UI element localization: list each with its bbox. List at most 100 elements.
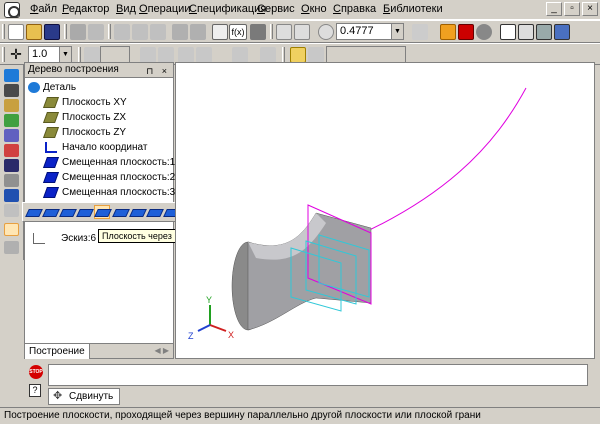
model-canvas[interactable]: Y X Z xyxy=(176,63,594,358)
pan-icon[interactable] xyxy=(440,24,456,40)
plane-icon xyxy=(42,127,60,138)
plane-tool-icon[interactable] xyxy=(60,206,74,218)
new-file-icon[interactable] xyxy=(8,24,24,40)
copy-icon[interactable] xyxy=(132,24,148,40)
menu-file[interactable]: Файл xyxy=(30,3,57,15)
auxiliary-geometry-icon[interactable] xyxy=(4,223,19,236)
plane-tool-icon[interactable] xyxy=(130,206,144,218)
app-logo-icon[interactable] xyxy=(4,2,20,18)
coordinate-field xyxy=(326,46,406,63)
tab-construction[interactable]: Построение xyxy=(25,344,90,359)
zoom-scale-field[interactable]: 0.4777 ▼ xyxy=(336,23,404,40)
zoom-window-icon[interactable] xyxy=(276,24,292,40)
tree-item-origin[interactable]: Начало координат xyxy=(25,140,173,155)
panel-icon-4[interactable] xyxy=(4,114,19,127)
hidden-lines-icon[interactable] xyxy=(518,24,534,40)
plane-tool-icon[interactable] xyxy=(147,206,161,218)
orthogonal-icon[interactable] xyxy=(232,47,248,63)
step-cursor-icon[interactable]: ✛ xyxy=(8,47,24,63)
panel-icon-7[interactable] xyxy=(4,159,19,172)
cs-icon[interactable] xyxy=(158,47,174,63)
layer-icon[interactable] xyxy=(84,47,100,63)
open-folder-icon[interactable] xyxy=(26,24,42,40)
orientation-icon[interactable] xyxy=(412,24,428,40)
tree-panel-buttons[interactable]: ⊓ × xyxy=(146,64,170,78)
step-field[interactable]: 1.0 ▼ xyxy=(28,46,72,63)
tree-item-label: Плоскость XY xyxy=(62,97,127,108)
property-field[interactable] xyxy=(48,364,588,386)
plane-tool-icon[interactable] xyxy=(43,206,57,218)
save-icon[interactable] xyxy=(44,24,60,40)
zoom-icon[interactable] xyxy=(318,24,334,40)
axis-z-line xyxy=(197,324,211,332)
snap-alt-icon[interactable] xyxy=(196,47,212,63)
panel-icon-6[interactable] xyxy=(4,144,19,157)
panel-icon-12[interactable] xyxy=(4,241,19,254)
print-icon[interactable] xyxy=(70,24,86,40)
cut-icon[interactable] xyxy=(114,24,130,40)
menu-service[interactable]: Сервис xyxy=(257,3,295,15)
zoom-fit-icon[interactable] xyxy=(294,24,310,40)
tree-item-label: Начало координат xyxy=(62,142,148,153)
chevron-down-icon[interactable]: ▼ xyxy=(59,47,71,62)
menu-view[interactable]: Вид xyxy=(116,3,136,15)
tree-item-plane-zx[interactable]: Плоскость ZX xyxy=(25,110,173,125)
panel-icon-9[interactable] xyxy=(4,189,19,202)
rotate-icon[interactable] xyxy=(476,24,492,40)
minimize-button[interactable]: _ xyxy=(546,2,562,16)
menu-bar: Файл Редактор Вид Операции Спецификация … xyxy=(0,0,600,20)
panel-icon-2[interactable] xyxy=(4,84,19,97)
close-button[interactable]: × xyxy=(582,2,598,16)
compact-panel xyxy=(0,65,24,260)
plane-tool-icon[interactable] xyxy=(113,206,127,218)
tree-item-offset-plane-2[interactable]: Смещенная плоскость:2 xyxy=(25,170,175,185)
wireframe-icon[interactable] xyxy=(500,24,516,40)
tree-item-plane-xy[interactable]: Плоскость XY xyxy=(25,95,173,110)
menu-window[interactable]: Окно xyxy=(301,3,327,15)
grid-icon[interactable] xyxy=(260,47,276,63)
preview-icon[interactable] xyxy=(88,24,104,40)
plane-tool-icon[interactable] xyxy=(26,206,40,218)
panel-icon-8[interactable] xyxy=(4,174,19,187)
variables-icon[interactable] xyxy=(212,24,228,40)
coordinate-x-icon[interactable] xyxy=(308,47,324,63)
snap-icon[interactable] xyxy=(178,47,194,63)
panel-icon-5[interactable] xyxy=(4,129,19,142)
panel-icon-10[interactable] xyxy=(4,204,19,217)
zoom-all-icon[interactable] xyxy=(458,24,474,40)
tab-shift[interactable]: ✥ Сдвинуть xyxy=(48,388,121,405)
menu-specification[interactable]: Спецификация xyxy=(189,3,266,15)
tree-item-offset-plane-3[interactable]: Смещенная плоскость:3 xyxy=(25,185,176,200)
tab-shift-label: Сдвинуть xyxy=(69,391,114,402)
tree-item-part[interactable]: Деталь xyxy=(25,80,173,95)
menu-editor[interactable]: Редактор xyxy=(62,3,109,15)
shaded-edges-icon[interactable] xyxy=(554,24,570,40)
tree-item-label: Смещенная плоскость:3 xyxy=(62,187,176,198)
part-icon xyxy=(28,82,40,93)
chevron-down-icon[interactable]: ▼ xyxy=(391,24,403,39)
shaded-icon[interactable] xyxy=(536,24,552,40)
toolbar-grip[interactable] xyxy=(2,24,5,39)
undo-icon[interactable] xyxy=(172,24,188,40)
menu-help[interactable]: Справка xyxy=(333,3,376,15)
model-viewport[interactable]: Y X Z xyxy=(175,62,595,359)
toolbar-grip[interactable] xyxy=(2,47,5,62)
stop-icon[interactable]: STOP xyxy=(29,365,43,379)
tab-scroll-arrows[interactable]: ◀ ▶ xyxy=(154,346,169,355)
tree-item-offset-plane-1[interactable]: Смещенная плоскость:1 xyxy=(25,155,175,170)
restore-button[interactable]: ▫ xyxy=(564,2,580,16)
tree-item-plane-zy[interactable]: Плоскость ZY xyxy=(25,125,173,140)
cursor-mode-icon[interactable] xyxy=(290,47,306,63)
fx-button[interactable]: f(x) xyxy=(229,24,247,40)
menu-libraries[interactable]: Библиотеки xyxy=(383,3,443,15)
local-cs-icon[interactable] xyxy=(140,47,156,63)
paste-icon[interactable] xyxy=(150,24,166,40)
plane-tool-icon[interactable] xyxy=(77,206,91,218)
redo-icon[interactable] xyxy=(190,24,206,40)
plane-through-vertex-parallel-icon[interactable] xyxy=(94,205,110,219)
panel-icon-3[interactable] xyxy=(4,99,19,112)
context-help-icon[interactable] xyxy=(250,24,266,40)
help-icon[interactable]: ? xyxy=(29,384,41,397)
menu-operations[interactable]: Операции xyxy=(139,3,190,15)
panel-icon-1[interactable] xyxy=(4,69,19,82)
